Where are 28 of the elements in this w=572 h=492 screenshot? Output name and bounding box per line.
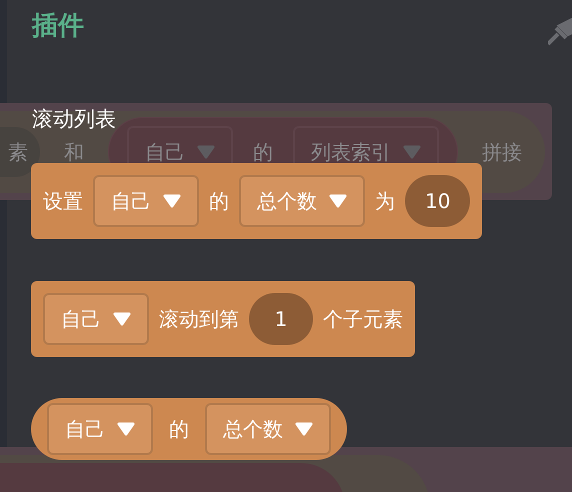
block-text: 滚动到第 <box>159 306 239 333</box>
triangle-icon <box>295 422 313 436</box>
block-text: 为 <box>375 188 395 215</box>
statement-block[interactable]: 设置 自己 的 总个数 为 10 <box>31 163 482 239</box>
triangle-icon <box>197 144 215 158</box>
block-text: 设置 <box>43 188 83 215</box>
flyout-title: 插件 <box>32 10 84 42</box>
triangle-icon <box>163 194 181 208</box>
block-text: 和 <box>64 138 84 166</box>
block-text: 的 <box>169 416 189 443</box>
block-text: 个子元素 <box>323 306 403 333</box>
dropdown[interactable]: 总个数 <box>239 175 365 227</box>
pin-icon[interactable] <box>548 18 572 46</box>
triangle-icon <box>403 144 421 158</box>
triangle-icon <box>113 312 131 326</box>
dropdown[interactable]: 自己 <box>93 175 199 227</box>
block-text: 的 <box>253 138 273 166</box>
statement-block[interactable]: 自己 滚动到第 1 个子元素 <box>31 281 415 357</box>
number-field[interactable]: 10 <box>405 175 470 227</box>
dropdown[interactable]: 总个数 <box>205 403 331 455</box>
reporter-block[interactable]: 自己 的 总个数 <box>31 398 347 460</box>
dropdown[interactable]: 自己 <box>43 293 149 345</box>
block-text: 的 <box>209 188 229 215</box>
triangle-icon <box>117 422 135 436</box>
block-text: 拼接 <box>482 138 522 166</box>
triangle-icon <box>329 194 347 208</box>
number-field[interactable]: 1 <box>249 293 313 345</box>
dropdown[interactable]: 自己 <box>47 403 153 455</box>
